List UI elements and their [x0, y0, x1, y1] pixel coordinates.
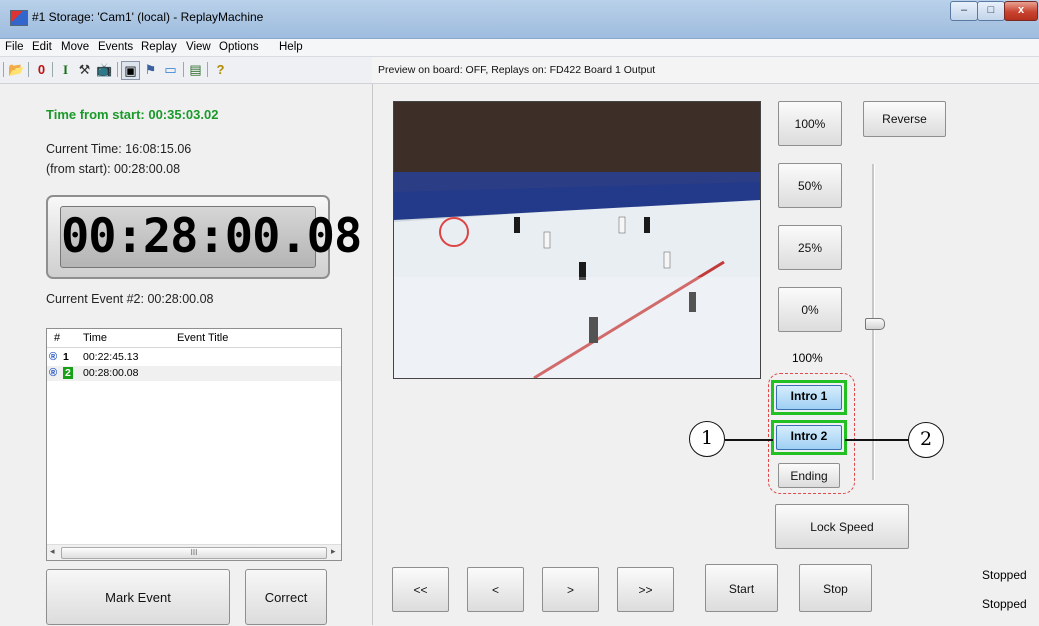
start-button[interactable]: Start	[705, 564, 778, 612]
stop-button[interactable]: Stop	[799, 564, 872, 612]
window-title: #1 Storage: 'Cam1' (local) - ReplayMachi…	[32, 10, 264, 24]
step-forward-button[interactable]: >	[542, 567, 599, 612]
current-event: Current Event #2: 00:28:00.08	[46, 292, 214, 306]
hockey-frame-image	[394, 102, 760, 378]
left-panel: Time from start: 00:35:03.02 Current Tim…	[0, 84, 373, 625]
ending-button[interactable]: Ending	[778, 463, 840, 488]
minimize-button[interactable]: –	[950, 1, 978, 21]
toolbar-grip	[3, 62, 4, 77]
scroll-right-icon[interactable]: ▸	[331, 546, 336, 557]
event-time: 00:28:00.08	[83, 367, 139, 379]
video-preview	[393, 101, 761, 379]
clock-display: 00:28:00.08	[46, 195, 362, 279]
tools-icon[interactable]: ⚒	[76, 61, 93, 78]
monitor-icon[interactable]: ▭	[162, 61, 179, 78]
speed-25-button[interactable]: 25%	[778, 225, 842, 270]
toolbar-separator	[183, 62, 184, 77]
scroll-left-icon[interactable]: ◂	[50, 546, 55, 557]
replay-icon: ®	[49, 367, 58, 379]
correct-button[interactable]: Correct	[245, 569, 327, 625]
speed-50-button[interactable]: 50%	[778, 163, 842, 208]
list-icon[interactable]: ▤	[187, 61, 204, 78]
event-list[interactable]: # Time Event Title ® 1 00:22:45.13 ® 2 0…	[46, 328, 342, 561]
lock-speed-button[interactable]: Lock Speed	[775, 504, 909, 549]
event-time: 00:22:45.13	[83, 351, 139, 363]
speed-readout: 100%	[792, 351, 823, 365]
menu-bar: File Edit Move Events Replay View Option…	[0, 39, 1039, 57]
menu-edit[interactable]: Edit	[32, 41, 52, 53]
flag-icon[interactable]: ⚑	[142, 61, 159, 78]
playback-state-1: Stopped	[982, 568, 1027, 582]
event-number: 2	[63, 367, 73, 379]
replay-icon: ®	[49, 351, 58, 363]
toolbar-separator	[52, 62, 53, 77]
toolbar: 📂 0 I ⚒ 📺 ▣ ⚑ ▭ ▤ ?	[0, 57, 372, 84]
title-bar: #1 Storage: 'Cam1' (local) - ReplayMachi…	[0, 0, 1039, 39]
menu-options[interactable]: Options	[219, 41, 259, 53]
col-time[interactable]: Time	[83, 332, 107, 344]
intro1-highlight: Intro 1	[771, 380, 847, 415]
menu-events[interactable]: Events	[98, 41, 133, 53]
app-icon	[10, 10, 28, 26]
menu-file[interactable]: File	[5, 41, 24, 53]
step-back-button[interactable]: <	[467, 567, 524, 612]
forward-fast-button[interactable]: >>	[617, 567, 674, 612]
board-status-text: Preview on board: OFF, Replays on: FD422…	[378, 64, 656, 76]
reverse-button[interactable]: Reverse	[863, 101, 946, 137]
callout-2: 2	[908, 422, 944, 458]
intro2-button[interactable]: Intro 2	[776, 425, 842, 450]
event-list-header: # Time Event Title	[47, 329, 341, 348]
speed-0-button[interactable]: 0%	[778, 287, 842, 332]
toolbar-separator	[207, 62, 208, 77]
event-number: 1	[63, 351, 69, 363]
intro2-highlight: Intro 2	[771, 420, 847, 455]
toolbar-separator	[117, 62, 118, 77]
menu-help[interactable]: Help	[279, 41, 303, 53]
table-row[interactable]: ® 1 00:22:45.13	[47, 350, 341, 365]
video-icon[interactable]: ▣	[121, 61, 140, 80]
close-button[interactable]: x	[1004, 1, 1038, 21]
table-row[interactable]: ® 2 00:28:00.08	[47, 366, 341, 381]
maximize-button[interactable]: □	[977, 1, 1005, 21]
playback-state-2: Stopped	[982, 597, 1027, 611]
open-folder-icon[interactable]: 📂	[8, 61, 25, 78]
tv-icon[interactable]: 📺	[96, 61, 113, 78]
time-from-start: Time from start: 00:35:03.02	[46, 107, 219, 122]
toolbar-separator	[28, 62, 29, 77]
menu-move[interactable]: Move	[61, 41, 89, 53]
col-event-title[interactable]: Event Title	[177, 332, 228, 344]
scroll-thumb[interactable]: III	[61, 547, 327, 559]
callout-1: 1	[689, 421, 725, 457]
current-time: Current Time: 16:08:15.06	[46, 142, 192, 156]
menu-view[interactable]: View	[186, 41, 211, 53]
speed-slider-thumb[interactable]	[865, 318, 885, 330]
rewind-fast-button[interactable]: <<	[392, 567, 449, 612]
help-icon[interactable]: ?	[212, 61, 229, 78]
from-start-time: (from start): 00:28:00.08	[46, 162, 181, 176]
status-line: Preview on board: OFF, Replays on: FD422…	[372, 57, 1039, 84]
col-number[interactable]: #	[54, 332, 60, 344]
menu-replay[interactable]: Replay	[141, 41, 177, 53]
callout-1-line	[725, 439, 773, 441]
i-icon[interactable]: I	[57, 61, 74, 78]
intro1-button[interactable]: Intro 1	[776, 385, 842, 410]
speed-100-button[interactable]: 100%	[778, 101, 842, 146]
zero-icon[interactable]: 0	[33, 61, 50, 78]
callout-2-line	[845, 439, 909, 441]
horizontal-scrollbar[interactable]: ◂ III ▸	[47, 544, 341, 560]
mark-event-button[interactable]: Mark Event	[46, 569, 230, 625]
clock-digits: 00:28:00.08	[60, 206, 362, 268]
